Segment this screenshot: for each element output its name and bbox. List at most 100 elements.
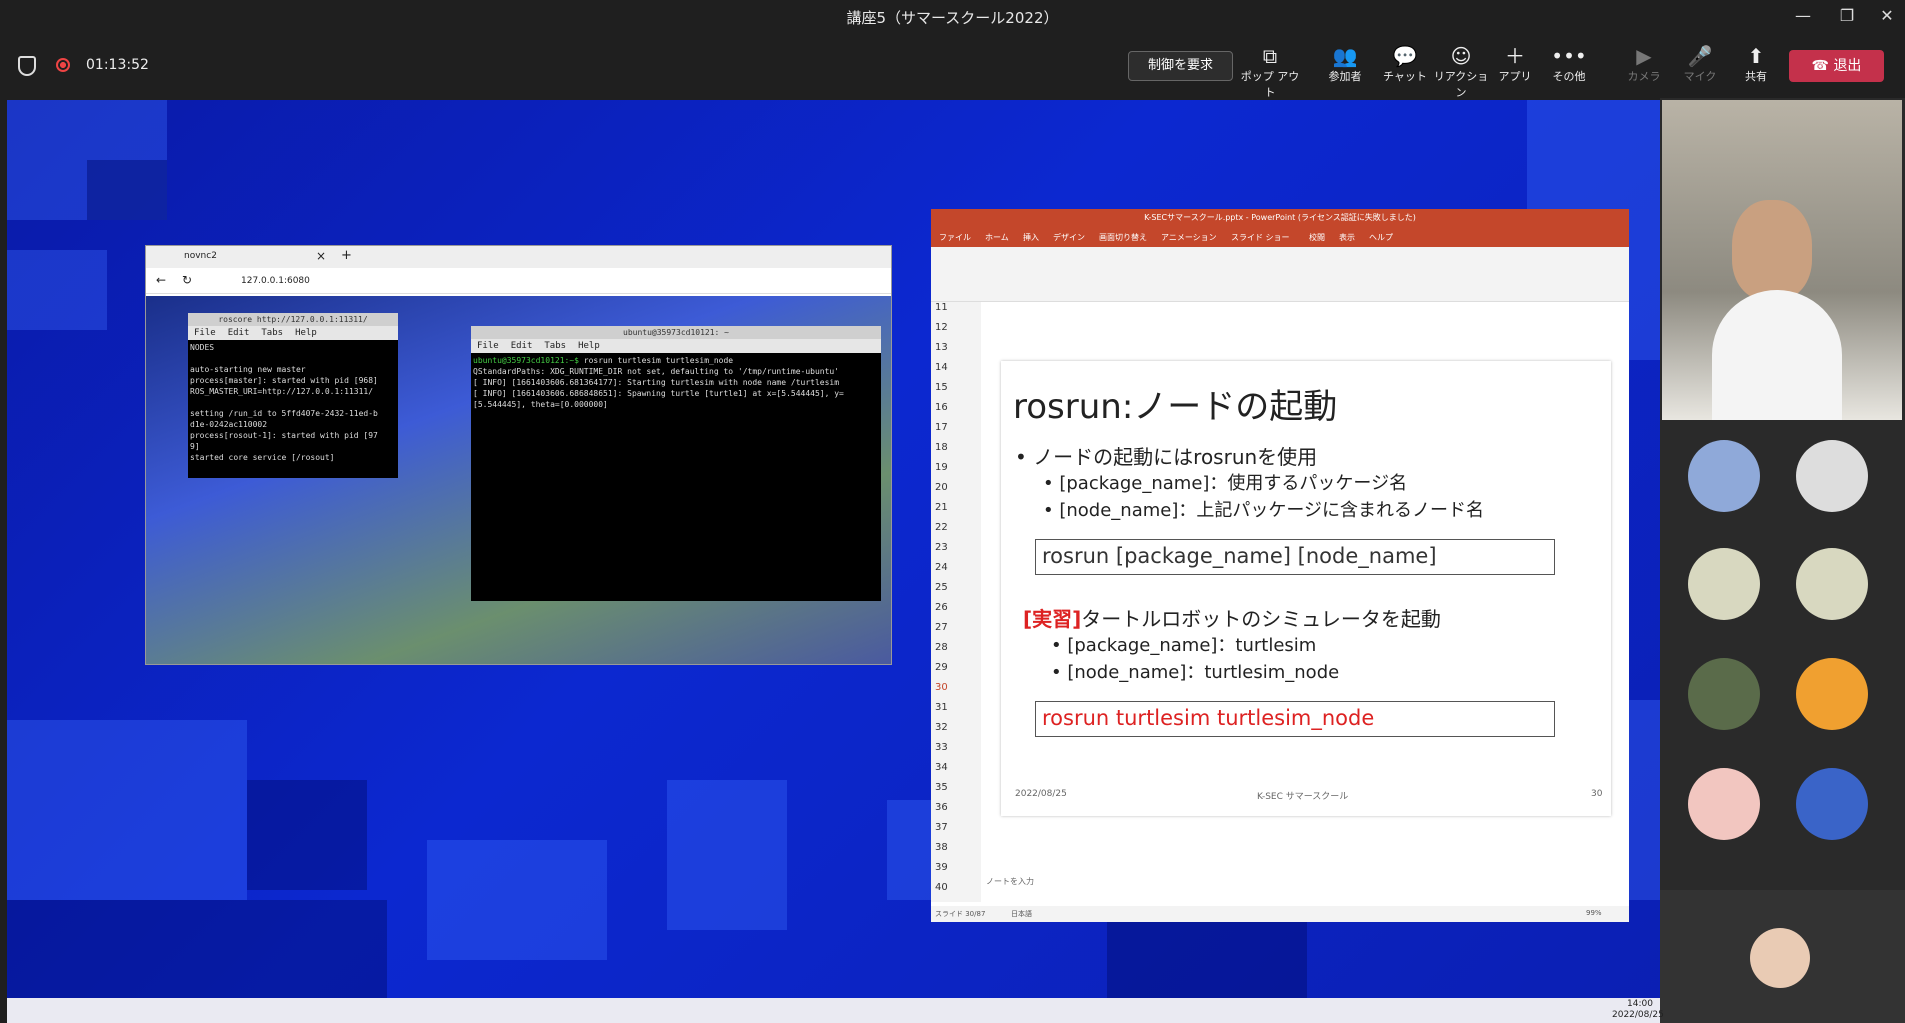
roscore-terminal[interactable]: roscore http://127.0.0.1:11311/ File Edit…: [188, 313, 398, 478]
more-button[interactable]: ••• その他: [1538, 44, 1600, 84]
slide-thumb[interactable]: 19: [935, 462, 948, 473]
slide-thumb[interactable]: 31: [935, 702, 948, 713]
vnc-viewport[interactable]: roscore http://127.0.0.1:11311/ File Edit…: [146, 296, 891, 664]
reload-icon[interactable]: ↻: [182, 273, 192, 287]
participant-avatar[interactable]: [1796, 768, 1868, 840]
participants-button[interactable]: 👥 参加者: [1314, 44, 1376, 84]
reaction-icon: ☺: [1450, 44, 1472, 68]
slide-thumb[interactable]: 22: [935, 522, 948, 533]
back-icon[interactable]: ←: [156, 273, 166, 287]
menu-file[interactable]: File: [477, 341, 499, 351]
reaction-button[interactable]: ☺ リアクション: [1430, 44, 1492, 100]
menu-tabs[interactable]: Tabs: [544, 341, 566, 351]
turtlesim-terminal[interactable]: ubuntu@35973cd10121: ~ File Edit Tabs Help …: [471, 326, 881, 601]
ppt-tab[interactable]: 挿入: [1023, 232, 1039, 243]
slide-thumb[interactable]: 25: [935, 582, 948, 593]
slide-footer: K-SEC サマースクール: [1257, 792, 1349, 802]
slide-thumb[interactable]: 26: [935, 602, 948, 613]
terminal-output: ubuntu@35973cd10121:~$ rosrun turtlesim …: [471, 353, 881, 412]
participant-avatar[interactable]: [1688, 440, 1760, 512]
browser-window[interactable]: novnc2 × + ← ↻ 127.0.0.1:6080 roscore ht…: [145, 245, 892, 665]
participant-avatar[interactable]: [1688, 658, 1760, 730]
ppt-tab[interactable]: 表示: [1339, 232, 1355, 243]
camera-label: カメラ: [1627, 70, 1661, 83]
mic-button[interactable]: 🎤 マイク: [1669, 44, 1731, 84]
slide-thumb[interactable]: 18: [935, 442, 948, 453]
ppt-tab[interactable]: 校閲: [1309, 232, 1325, 243]
minimize-button[interactable]: —: [1788, 6, 1818, 28]
slide-thumb[interactable]: 14: [935, 362, 948, 373]
slide-thumb[interactable]: 20: [935, 482, 948, 493]
zoom-level[interactable]: 99%: [1586, 909, 1602, 917]
slide-thumb[interactable]: 38: [935, 842, 948, 853]
slide-thumb[interactable]: 16: [935, 402, 948, 413]
slide-thumb[interactable]: 17: [935, 422, 948, 433]
menu-help[interactable]: Help: [578, 341, 600, 351]
recording-icon: [56, 58, 70, 72]
participant-avatar[interactable]: [1796, 440, 1868, 512]
slide-thumb[interactable]: 11: [935, 302, 948, 313]
slide-thumb[interactable]: 15: [935, 382, 948, 393]
more-label: その他: [1552, 70, 1586, 83]
close-tab-icon[interactable]: ×: [316, 249, 326, 263]
popout-button[interactable]: ⧉ ポップ アウト: [1239, 44, 1301, 100]
slide-thumb[interactable]: 12: [935, 322, 948, 333]
meeting-toolbar: 01:13:52 制御を要求 ⧉ ポップ アウト 👥 参加者 💬 チャット ☺ リアクション＋…: [0, 34, 1905, 100]
url-bar[interactable]: 127.0.0.1:6080: [241, 276, 310, 286]
ppt-tab[interactable]: ファイル: [939, 232, 971, 243]
notes-field[interactable]: ノートを入力: [986, 876, 1034, 887]
participant-avatar[interactable]: [1688, 768, 1760, 840]
slide-thumb[interactable]: 23: [935, 542, 948, 553]
slide-thumb[interactable]: 39: [935, 862, 948, 873]
slide-thumb[interactable]: 40: [935, 882, 948, 893]
slide-thumb[interactable]: 21: [935, 502, 948, 513]
participant-avatar[interactable]: [1796, 658, 1868, 730]
slide-thumb[interactable]: 30: [935, 682, 948, 693]
ppt-tab[interactable]: ホーム: [985, 232, 1009, 243]
slide-thumb[interactable]: 29: [935, 662, 948, 673]
share-button[interactable]: ⬆ 共有: [1725, 44, 1787, 84]
self-view[interactable]: [1660, 890, 1905, 1023]
slide-date: 2022/08/25: [1015, 789, 1067, 799]
apps-label: アプリ: [1498, 70, 1532, 83]
slide-thumb[interactable]: 34: [935, 762, 948, 773]
language: 日本語: [1011, 910, 1032, 918]
popout-label: ポップ アウト: [1240, 70, 1300, 99]
ppt-tab[interactable]: ヘルプ: [1369, 232, 1393, 243]
menu-file[interactable]: File: [194, 328, 216, 338]
ppt-tab[interactable]: 画面切り替え: [1099, 232, 1147, 243]
slide-thumb[interactable]: 32: [935, 722, 948, 733]
slide-thumb[interactable]: 35: [935, 782, 948, 793]
slide-thumb[interactable]: 33: [935, 742, 948, 753]
ppt-tab[interactable]: デザイン: [1053, 232, 1085, 243]
slide-thumb[interactable]: 28: [935, 642, 948, 653]
leave-button[interactable]: ☎ 退出: [1789, 50, 1884, 82]
share-label: 共有: [1745, 70, 1767, 83]
powerpoint-window[interactable]: K-SECサマースクール.pptx - PowerPoint (ライセンス認証に…: [931, 209, 1629, 922]
speaker-video[interactable]: [1662, 100, 1902, 420]
menu-tabs[interactable]: Tabs: [261, 328, 283, 338]
slide-thumb[interactable]: 37: [935, 822, 948, 833]
terminal-title: ubuntu@35973cd10121: ~: [471, 326, 881, 339]
apps-button[interactable]: ＋ アプリ: [1484, 44, 1546, 84]
browser-tab[interactable]: novnc2: [184, 251, 217, 261]
menu-help[interactable]: Help: [295, 328, 317, 338]
slide-thumb[interactable]: 36: [935, 802, 948, 813]
slide-thumb[interactable]: 27: [935, 622, 948, 633]
slide-thumb[interactable]: 13: [935, 342, 948, 353]
request-control-button[interactable]: 制御を要求: [1128, 51, 1233, 81]
roscore-menu: File Edit Tabs Help: [188, 326, 398, 340]
ppt-tab[interactable]: スライド ショー: [1231, 232, 1290, 243]
close-button[interactable]: ✕: [1872, 6, 1902, 28]
menu-edit[interactable]: Edit: [228, 328, 250, 338]
maximize-button[interactable]: ❐: [1832, 6, 1862, 28]
taskbar-time: 14:00: [1627, 999, 1653, 1009]
camera-button[interactable]: ▶ カメラ: [1613, 44, 1675, 84]
participant-avatar[interactable]: [1688, 548, 1760, 620]
menu-edit[interactable]: Edit: [511, 341, 533, 351]
participant-avatar[interactable]: [1796, 548, 1868, 620]
slide-thumb[interactable]: 24: [935, 562, 948, 573]
chat-button[interactable]: 💬 チャット: [1374, 44, 1436, 84]
ppt-tab[interactable]: アニメーション: [1161, 232, 1217, 243]
new-tab-icon[interactable]: +: [341, 248, 352, 263]
